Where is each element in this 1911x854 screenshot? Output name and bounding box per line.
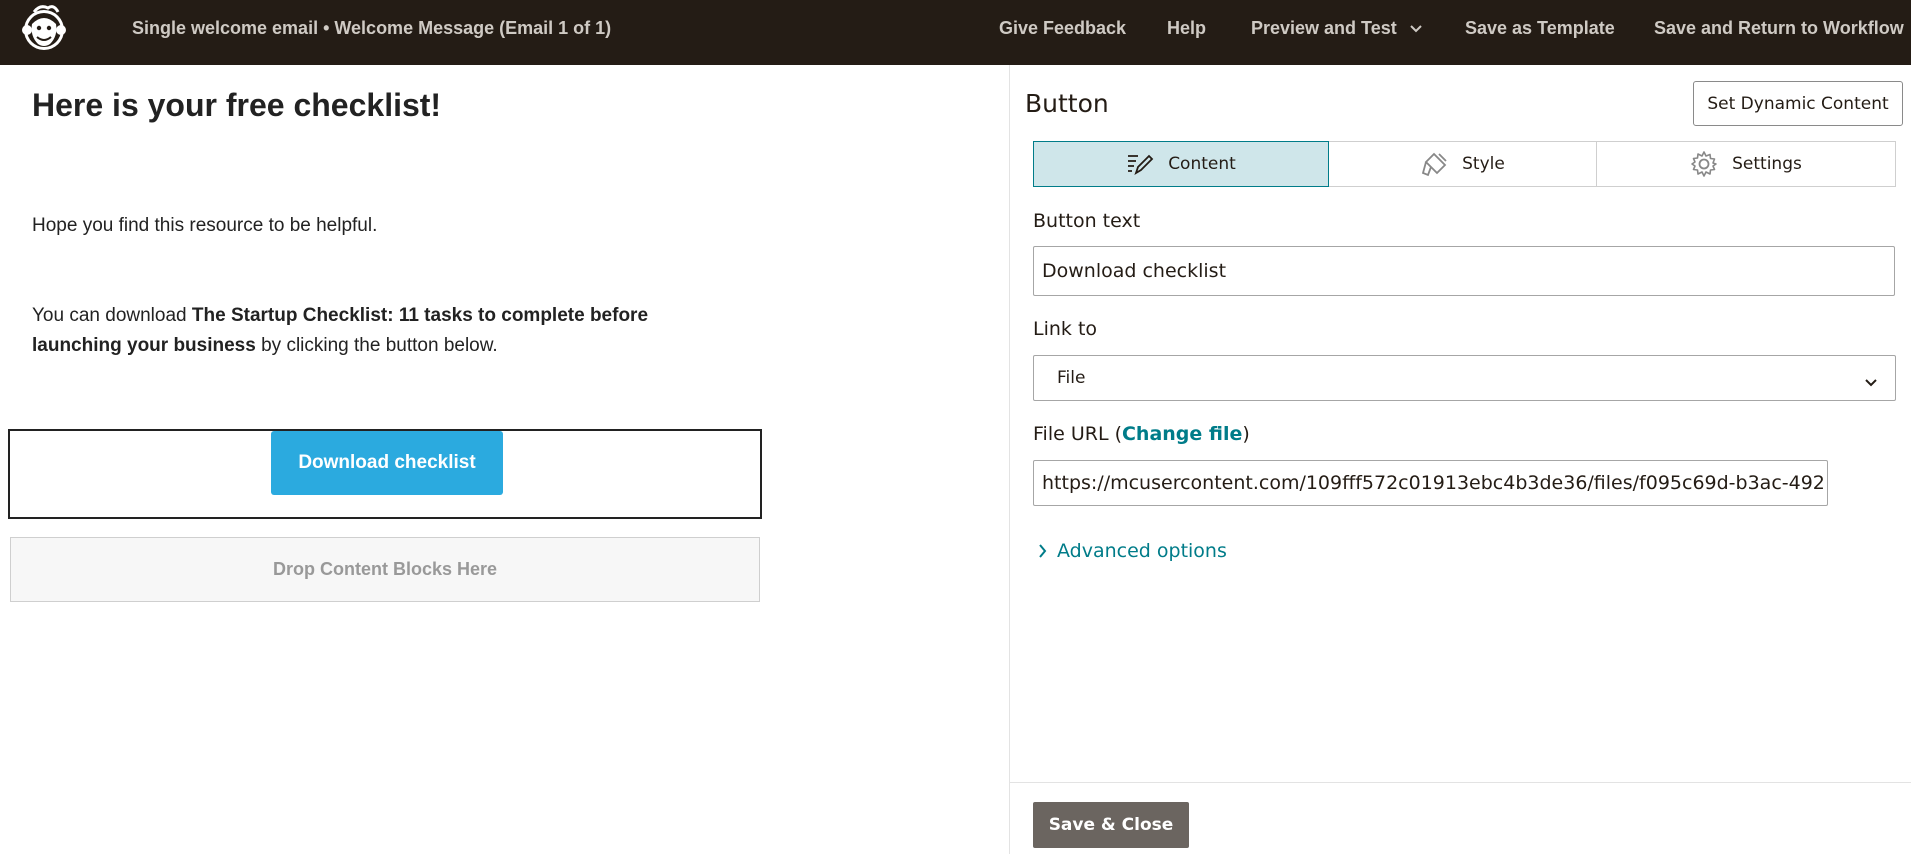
drop-content-blocks-zone[interactable]: Drop Content Blocks Here bbox=[10, 537, 760, 602]
email-paragraph-2[interactable]: You can download The Startup Checklist: … bbox=[32, 301, 732, 361]
preview-and-test-label: Preview and Test bbox=[1251, 18, 1397, 38]
give-feedback-link[interactable]: Give Feedback bbox=[999, 18, 1126, 39]
change-file-link[interactable]: Change file bbox=[1122, 423, 1242, 445]
file-url-label-suffix: ) bbox=[1242, 423, 1250, 445]
edit-pen-icon bbox=[1126, 152, 1154, 176]
panel-footer-divider bbox=[1010, 782, 1911, 783]
email-title: Single welcome email • Welcome Message (… bbox=[132, 18, 612, 38]
advanced-options-label: Advanced options bbox=[1057, 540, 1227, 562]
preview-and-test-menu[interactable]: Preview and Test bbox=[1251, 18, 1422, 39]
tab-style-label: Style bbox=[1462, 154, 1505, 174]
tab-content-label: Content bbox=[1168, 154, 1236, 174]
download-checklist-button[interactable]: Download checklist bbox=[271, 431, 503, 495]
advanced-options-toggle[interactable]: Advanced options bbox=[1039, 540, 1227, 562]
tab-style[interactable]: Style bbox=[1329, 141, 1597, 187]
paint-brush-icon bbox=[1420, 151, 1448, 177]
file-url-label: File URL (Change file) bbox=[1033, 423, 1250, 445]
button-settings-panel: Button Set Dynamic Content Content Style… bbox=[1009, 65, 1911, 854]
file-url-input[interactable]: https://mcusercontent.com/109fff572c0191… bbox=[1033, 460, 1828, 506]
chevron-right-icon bbox=[1039, 544, 1047, 558]
tab-settings[interactable]: Settings bbox=[1597, 141, 1896, 187]
tab-settings-label: Settings bbox=[1732, 154, 1802, 174]
button-text-label: Button text bbox=[1033, 210, 1141, 232]
button-block-selected[interactable]: Download checklist bbox=[8, 429, 762, 519]
email-paragraph-1[interactable]: Hope you find this resource to be helpfu… bbox=[32, 215, 377, 237]
tab-content[interactable]: Content bbox=[1033, 141, 1329, 187]
gear-icon bbox=[1690, 150, 1718, 178]
set-dynamic-content-button[interactable]: Set Dynamic Content bbox=[1693, 81, 1903, 126]
chevron-down-icon bbox=[1410, 17, 1422, 38]
panel-title: Button bbox=[1025, 89, 1109, 118]
freddie-monkey-logo-icon[interactable] bbox=[20, 2, 68, 54]
file-url-label-prefix: File URL ( bbox=[1033, 423, 1122, 445]
save-and-close-button[interactable]: Save & Close bbox=[1033, 802, 1189, 848]
email-canvas: Here is your free checklist! Hope you fi… bbox=[0, 65, 1009, 854]
link-to-select[interactable]: File bbox=[1033, 355, 1896, 401]
help-link[interactable]: Help bbox=[1167, 18, 1206, 39]
panel-tabs: Content Style Settings bbox=[1033, 141, 1896, 187]
paragraph-2-suffix: by clicking the button below. bbox=[255, 335, 498, 356]
paragraph-2-prefix: You can download bbox=[32, 305, 192, 326]
button-text-input[interactable]: Download checklist bbox=[1033, 246, 1895, 296]
email-heading[interactable]: Here is your free checklist! bbox=[32, 87, 441, 124]
save-and-return-link[interactable]: Save and Return to Workflow bbox=[1654, 18, 1904, 39]
link-to-selected-value: File bbox=[1057, 368, 1086, 388]
save-as-template-link[interactable]: Save as Template bbox=[1465, 18, 1615, 39]
top-bar: Single welcome email • Welcome Message (… bbox=[0, 0, 1911, 65]
link-to-label: Link to bbox=[1033, 318, 1098, 340]
chevron-down-icon bbox=[1865, 372, 1877, 392]
